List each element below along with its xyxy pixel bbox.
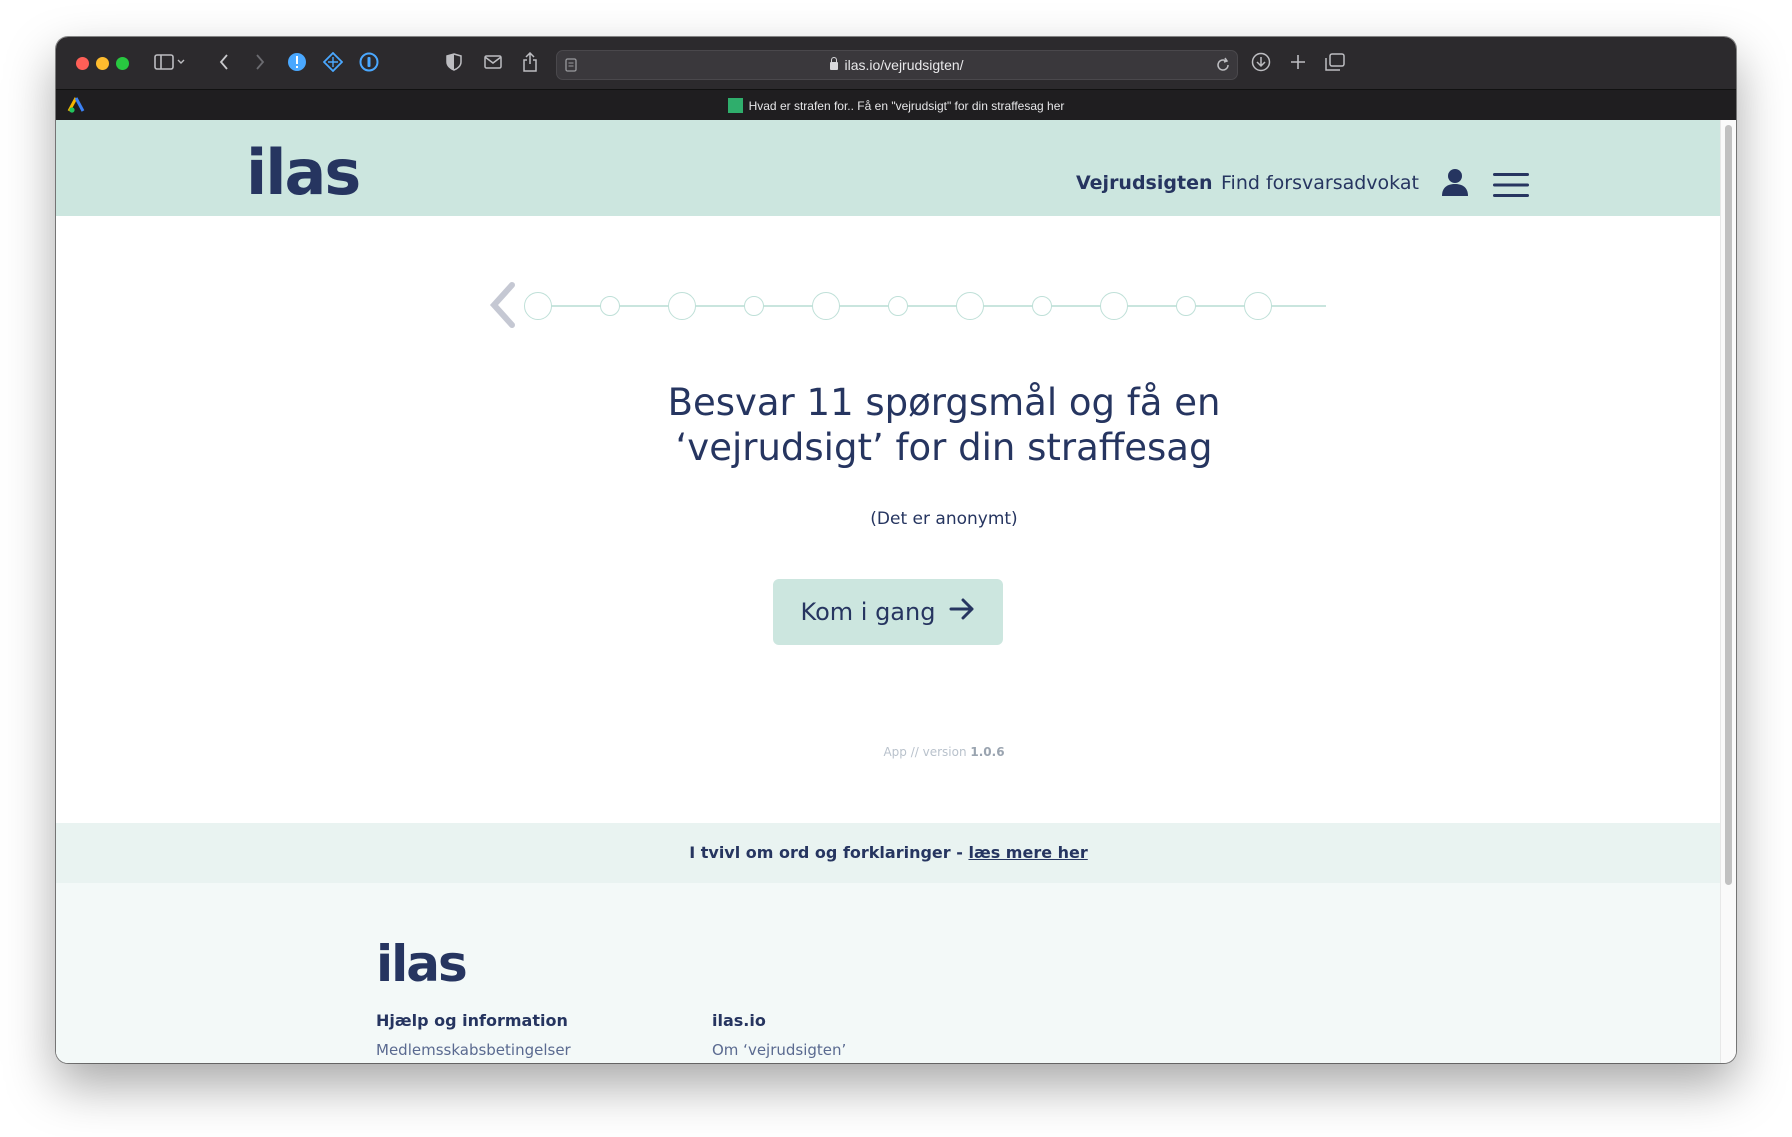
close-window-button[interactable] [76, 57, 89, 70]
site-favicon-icon [727, 98, 743, 113]
step-4 [744, 296, 764, 316]
help-read-more-link[interactable]: læs mere her [968, 843, 1087, 862]
step-10 [1176, 296, 1196, 316]
zoom-window-button[interactable] [116, 57, 129, 70]
mail-icon[interactable] [482, 51, 504, 73]
step-1 [524, 292, 552, 320]
tab-active[interactable]: Hvad er strafen for.. Få en "vejrudsigt"… [56, 98, 1736, 113]
footer-logo[interactable]: ilas [376, 935, 468, 993]
page-scrollbar-thumb[interactable] [1725, 125, 1732, 885]
site-logo[interactable]: ilas [246, 136, 361, 209]
nav-vejrudsigten[interactable]: Vejrudsigten [1076, 172, 1212, 194]
web-page: ilas Vejrudsigten Find forsvarsadvokat B… [56, 120, 1721, 1063]
password-manager-icon[interactable] [358, 51, 380, 73]
extension-alert-icon[interactable] [286, 51, 308, 73]
step-3 [668, 292, 696, 320]
url-text: ilas.io/vejrudsigten/ [844, 57, 964, 73]
version-number: 1.0.6 [970, 745, 1005, 759]
new-tab-icon[interactable] [1288, 51, 1308, 73]
browser-window: ilas.io/vejrudsigten/ Hvad er strafen fo… [56, 37, 1736, 1063]
app-version: App // version 1.0.6 [486, 745, 1402, 759]
footer-col2-title: ilas.io [712, 1011, 766, 1030]
step-5 [812, 292, 840, 320]
site-header: ilas Vejrudsigten Find forsvarsadvokat [56, 120, 1721, 216]
share-icon[interactable] [520, 51, 540, 73]
chevron-left-icon[interactable] [486, 280, 520, 335]
footer-col1-title: Hjælp og information [376, 1011, 568, 1030]
anonymous-note: (Det er anonymt) [870, 509, 1018, 529]
browser-toolbar: ilas.io/vejrudsigten/ [56, 37, 1736, 89]
forward-icon[interactable] [252, 51, 268, 73]
tab-bar: Hvad er strafen for.. Få en "vejrudsigt"… [56, 89, 1736, 121]
progress-stepper [486, 280, 1366, 330]
arrow-right-icon [949, 598, 975, 626]
extension-shield-icon[interactable] [322, 51, 344, 73]
site-footer: ilas Hjælp og information Medlemsskabsbe… [56, 883, 1721, 1063]
tab-overview-icon[interactable] [1324, 51, 1346, 73]
footer-link-medlemsskabsbetingelser[interactable]: Medlemsskabsbetingelser [376, 1041, 571, 1059]
footer-link-om-vejrudsigten[interactable]: Om ‘vejrudsigten’ [712, 1041, 846, 1059]
help-bar: I tvivl om ord og forklaringer - læs mer… [56, 823, 1721, 883]
step-2 [600, 296, 620, 316]
privacy-shield-icon[interactable] [444, 51, 464, 73]
tab-title-text: Hvad er strafen for.. Få en "vejrudsigt"… [748, 99, 1065, 113]
reload-icon[interactable] [1215, 57, 1231, 78]
minimize-window-button[interactable] [96, 57, 109, 70]
user-icon[interactable] [1440, 167, 1470, 197]
downloads-icon[interactable] [1250, 51, 1272, 73]
version-prefix: App // version [883, 745, 967, 759]
step-11 [1244, 292, 1272, 320]
step-7 [956, 292, 984, 320]
stepper-line [536, 305, 1326, 307]
page-title-line-1: Besvar 11 spørgsmål og få en [667, 381, 1221, 424]
step-6 [888, 296, 908, 316]
page-title-line-2: ‘vejrudsigt’ for din straffesag [675, 426, 1213, 469]
step-9 [1100, 292, 1128, 320]
address-bar[interactable]: ilas.io/vejrudsigten/ [556, 50, 1238, 80]
hamburger-menu-icon[interactable] [1493, 172, 1529, 198]
nav-find-forsvarsadvokat[interactable]: Find forsvarsadvokat [1221, 172, 1419, 194]
kom-i-gang-label: Kom i gang [800, 598, 936, 626]
help-text: I tvivl om ord og forklaringer - [689, 843, 969, 862]
step-8 [1032, 296, 1052, 316]
back-icon[interactable] [216, 51, 232, 73]
sidebar-toggle-icon[interactable] [152, 51, 188, 73]
kom-i-gang-button[interactable]: Kom i gang [773, 579, 1003, 645]
lock-icon [830, 57, 839, 70]
page-title: Besvar 11 spørgsmål og få en ‘vejrudsigt… [486, 380, 1402, 470]
